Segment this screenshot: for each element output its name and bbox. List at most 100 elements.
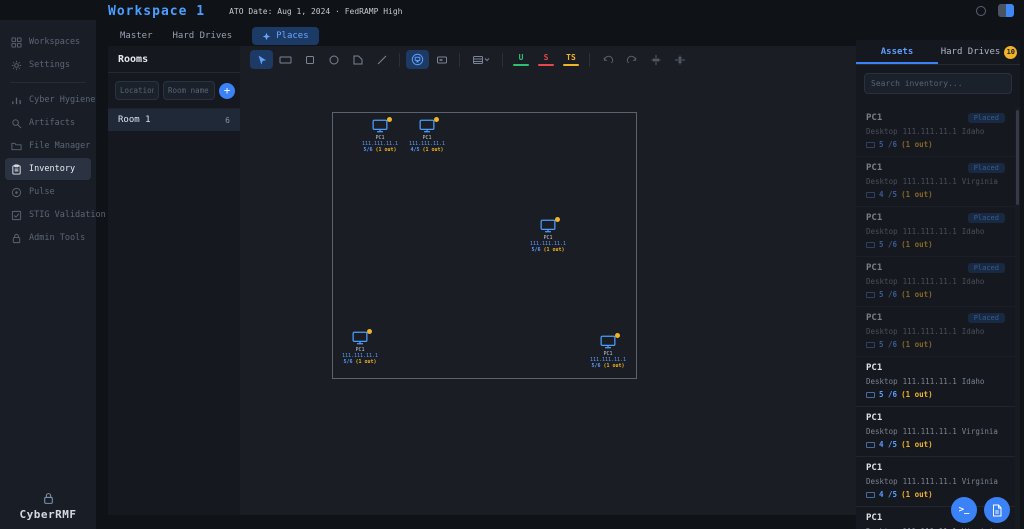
place-asset-tool[interactable]: [406, 50, 429, 69]
asset-location: Virginia: [962, 177, 998, 186]
caret-down-icon: [484, 57, 490, 62]
asset-list-item[interactable]: PC1PlacedDesktop111.111.11.1Idaho5 /6(1 …: [856, 207, 1015, 257]
polygon-tool[interactable]: [346, 50, 369, 69]
classification-s-button[interactable]: S: [534, 53, 558, 66]
sidebar-item-pulse[interactable]: Pulse: [5, 181, 91, 203]
asset-ip: 111.111.11.1: [903, 327, 957, 336]
room-count: 6: [225, 116, 230, 125]
placed-asset-node[interactable]: PC1111.111.11.15/6 (1 out): [330, 331, 390, 365]
monitor-icon: [419, 119, 435, 133]
table-tool[interactable]: [466, 50, 496, 69]
monitor-icon: [600, 335, 616, 349]
toolbar-divider: [589, 53, 590, 67]
asset-list-item[interactable]: PC1PlacedDesktop111.111.11.1Idaho5 /6(1 …: [856, 307, 1015, 357]
tab-master[interactable]: Master: [120, 31, 153, 41]
sidebar-item-workspaces[interactable]: Workspaces: [5, 31, 91, 53]
circle-tool[interactable]: [322, 50, 345, 69]
classification-ts-bar: [563, 64, 579, 66]
classification-dot-icon: [615, 333, 620, 338]
tab-assets[interactable]: Assets: [856, 40, 938, 64]
placed-asset-node[interactable]: PC1111.111.11.15/6 (1 out): [578, 335, 638, 369]
asset-location: Idaho: [962, 277, 985, 286]
square-tool[interactable]: [298, 50, 321, 69]
undo-button[interactable]: [596, 50, 619, 69]
settings-gear-icon: [11, 60, 22, 71]
folder-icon: [11, 141, 22, 152]
placed-asset-node[interactable]: PC1111.111.11.14/5 (1 out): [397, 119, 457, 153]
tab-places[interactable]: Places: [252, 27, 319, 45]
panel-toggle-icon[interactable]: [998, 4, 1014, 17]
asset-drive-count: 5 /6: [879, 390, 897, 399]
scrollbar[interactable]: [1015, 107, 1020, 529]
node-out-count: (1 out): [543, 247, 564, 253]
redo-button[interactable]: [620, 50, 643, 69]
asset-type: Desktop: [866, 177, 898, 186]
asset-out-count: (1 out): [901, 140, 933, 149]
sidebar-item-cyber-hygiene[interactable]: Cyber Hygiene: [5, 89, 91, 111]
bar-chart-icon: [11, 95, 22, 106]
inventory-search-input[interactable]: [864, 73, 1012, 94]
asset-list-item[interactable]: PC1Desktop111.111.11.1Virginia4 /5(1 out…: [856, 407, 1015, 457]
asset-location: Virginia: [962, 427, 998, 436]
add-room-button[interactable]: +: [219, 83, 235, 99]
terminal-fab-button[interactable]: >_: [951, 497, 977, 523]
rectangle-tool[interactable]: [274, 50, 297, 69]
classification-ts-label: TS: [566, 53, 576, 62]
align-horizontal-button[interactable]: [644, 50, 667, 69]
sidebar-item-stig-validation[interactable]: STIG Validation: [5, 204, 91, 226]
workspaces-grid-icon: [11, 37, 22, 48]
placed-badge: Placed: [968, 263, 1005, 273]
classification-s-label: S: [544, 53, 549, 62]
scrollbar-thumb[interactable]: [1016, 110, 1019, 205]
label-tool[interactable]: [430, 50, 453, 69]
tab-hard-drives[interactable]: Hard Drives 10: [938, 40, 1020, 64]
sidebar-item-admin-tools[interactable]: Admin Tools: [5, 227, 91, 249]
sidebar-divider: [10, 82, 86, 83]
room-name-input[interactable]: [163, 81, 215, 100]
asset-list-item[interactable]: PC1PlacedDesktop111.111.11.1Virginia4 /5…: [856, 157, 1015, 207]
brand-lock-icon: [0, 492, 96, 505]
brand: CyberRMF: [0, 492, 96, 521]
sidebar-item-inventory[interactable]: Inventory: [5, 158, 91, 180]
view-tabs: Master Hard Drives Places: [120, 27, 319, 45]
status-circle-icon[interactable]: [976, 6, 986, 16]
node-drive-count: 5/6: [363, 147, 372, 153]
line-tool[interactable]: [370, 50, 393, 69]
pulse-icon: [11, 187, 22, 198]
asset-type: Desktop: [866, 277, 898, 286]
align-vertical-button[interactable]: [668, 50, 691, 69]
rooms-panel: Rooms + Room 16: [108, 46, 240, 515]
brand-name: CyberRMF: [0, 508, 96, 521]
asset-location: Idaho: [962, 327, 985, 336]
asset-drives: 5 /6(1 out): [866, 340, 1005, 349]
node-out-count: (1 out): [375, 147, 396, 153]
sidebar-item-settings[interactable]: Settings: [5, 54, 91, 76]
toolbar-divider: [399, 53, 400, 67]
asset-list-item[interactable]: PC1PlacedDesktop111.111.11.1Idaho5 /6(1 …: [856, 107, 1015, 157]
classification-u-button[interactable]: U: [509, 53, 533, 66]
placed-asset-node[interactable]: PC1111.111.11.15/6 (1 out): [518, 219, 578, 253]
asset-detail: Desktop111.111.11.1Idaho: [866, 277, 1005, 286]
sidebar-item-artifacts[interactable]: Artifacts: [5, 112, 91, 134]
asset-list-item[interactable]: PC1Desktop111.111.11.1Idaho5 /6(1 out): [856, 357, 1015, 407]
location-input[interactable]: [115, 81, 159, 100]
asset-type: Desktop: [866, 477, 898, 486]
placed-badge: Placed: [968, 113, 1005, 123]
ato-date-subtitle: ATO Date: Aug 1, 2024 · FedRAMP High: [229, 7, 402, 16]
asset-list-item[interactable]: PC1PlacedDesktop111.111.11.1Idaho5 /6(1 …: [856, 257, 1015, 307]
asset-drives: 5 /6(1 out): [866, 390, 1005, 399]
asset-ip: 111.111.11.1: [903, 227, 957, 236]
asset-drives: 5 /6(1 out): [866, 140, 1005, 149]
report-fab-button[interactable]: [984, 497, 1010, 523]
room-list-item[interactable]: Room 16: [108, 109, 240, 131]
classification-dot-icon: [555, 217, 560, 222]
header-actions: [976, 4, 1014, 17]
inventory-panel: Assets Hard Drives 10 PC1PlacedDesktop11…: [856, 40, 1020, 529]
rooms-title: Rooms: [108, 46, 240, 73]
hard-drive-icon: [866, 242, 875, 248]
cursor-tool[interactable]: [250, 50, 273, 69]
classification-ts-button[interactable]: TS: [559, 53, 583, 66]
sidebar-item-file-manager[interactable]: File Manager: [5, 135, 91, 157]
sidebar: WorkspacesSettings Cyber HygieneArtifacts…: [0, 20, 96, 529]
tab-hard-drives[interactable]: Hard Drives: [173, 31, 233, 41]
